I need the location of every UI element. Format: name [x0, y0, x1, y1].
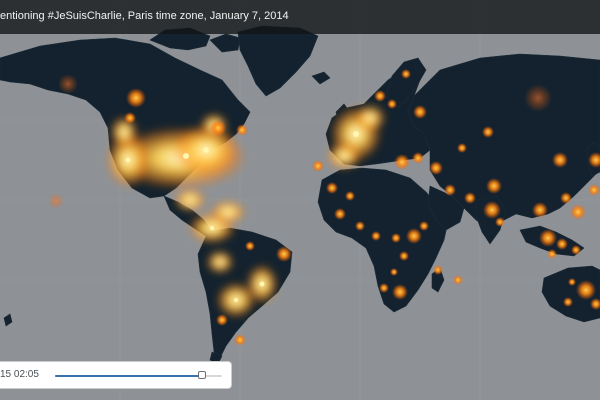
activity-core	[259, 281, 265, 287]
activity-point	[464, 192, 476, 204]
activity-point	[406, 228, 422, 244]
activity-point	[326, 182, 338, 194]
activity-point	[568, 278, 576, 286]
activity-core	[125, 157, 131, 163]
activity-point	[234, 334, 246, 346]
activity-point	[236, 124, 248, 136]
activity-point	[312, 160, 324, 172]
activity-point	[371, 231, 381, 241]
activity-point	[453, 275, 463, 285]
world-map[interactable]	[0, 0, 600, 400]
activity-point	[563, 297, 573, 307]
activity-point	[387, 99, 397, 109]
activity-point	[556, 238, 568, 250]
activity-core	[234, 298, 238, 302]
activity-point	[524, 84, 552, 112]
activity-point	[334, 208, 346, 220]
title-bar: entioning #JeSuisCharlie, Paris time zon…	[0, 0, 600, 34]
activity-point	[399, 251, 409, 261]
activity-point	[276, 246, 292, 262]
activity-point	[433, 265, 443, 275]
activity-point	[391, 233, 401, 243]
activity-point	[392, 284, 408, 300]
activity-point	[210, 120, 226, 136]
activity-point	[126, 88, 146, 108]
activity-point	[419, 221, 429, 231]
activity-core	[203, 147, 209, 153]
activity-point	[532, 202, 548, 218]
activity-point	[483, 201, 501, 219]
activity-point	[457, 143, 467, 153]
activity-hotspot	[210, 200, 246, 224]
activity-hotspot	[174, 188, 206, 212]
activity-point	[588, 184, 600, 196]
timeline-time-label: 15 02:05	[0, 369, 39, 380]
activity-point	[547, 249, 557, 259]
timeline-slider-fill	[55, 375, 202, 377]
activity-point	[444, 184, 456, 196]
activity-point	[576, 280, 596, 300]
timeline-slider-handle[interactable]	[197, 371, 206, 379]
activity-point	[401, 69, 411, 79]
activity-point	[429, 161, 443, 175]
activity-point	[539, 229, 557, 247]
activity-point	[216, 314, 228, 326]
activity-point	[355, 221, 365, 231]
activity-point	[374, 90, 386, 102]
timeline-slider-track[interactable]	[55, 371, 222, 379]
activity-point	[58, 74, 78, 94]
activity-point	[345, 191, 355, 201]
activity-point	[379, 283, 389, 293]
map-viewer: entioning #JeSuisCharlie, Paris time zon…	[0, 0, 600, 400]
timeline-control: 15 02:05	[0, 361, 232, 389]
activity-point	[412, 152, 424, 164]
activity-hotspot	[206, 250, 234, 274]
map-title: entioning #JeSuisCharlie, Paris time zon…	[0, 10, 289, 22]
activity-point	[482, 126, 494, 138]
activity-point	[570, 204, 586, 220]
activity-point	[394, 154, 410, 170]
activity-core	[183, 153, 189, 159]
activity-point	[495, 217, 505, 227]
activity-point	[390, 268, 398, 276]
activity-point	[571, 245, 581, 255]
activity-hotspot	[326, 142, 362, 170]
activity-point	[48, 193, 64, 209]
activity-point	[413, 105, 427, 119]
activity-core	[210, 226, 214, 230]
activity-point	[486, 178, 502, 194]
activity-point	[560, 192, 572, 204]
activity-core	[353, 131, 359, 137]
activity-point	[552, 152, 568, 168]
activity-point	[245, 241, 255, 251]
activity-point	[124, 112, 136, 124]
activity-hotspot	[354, 104, 386, 132]
